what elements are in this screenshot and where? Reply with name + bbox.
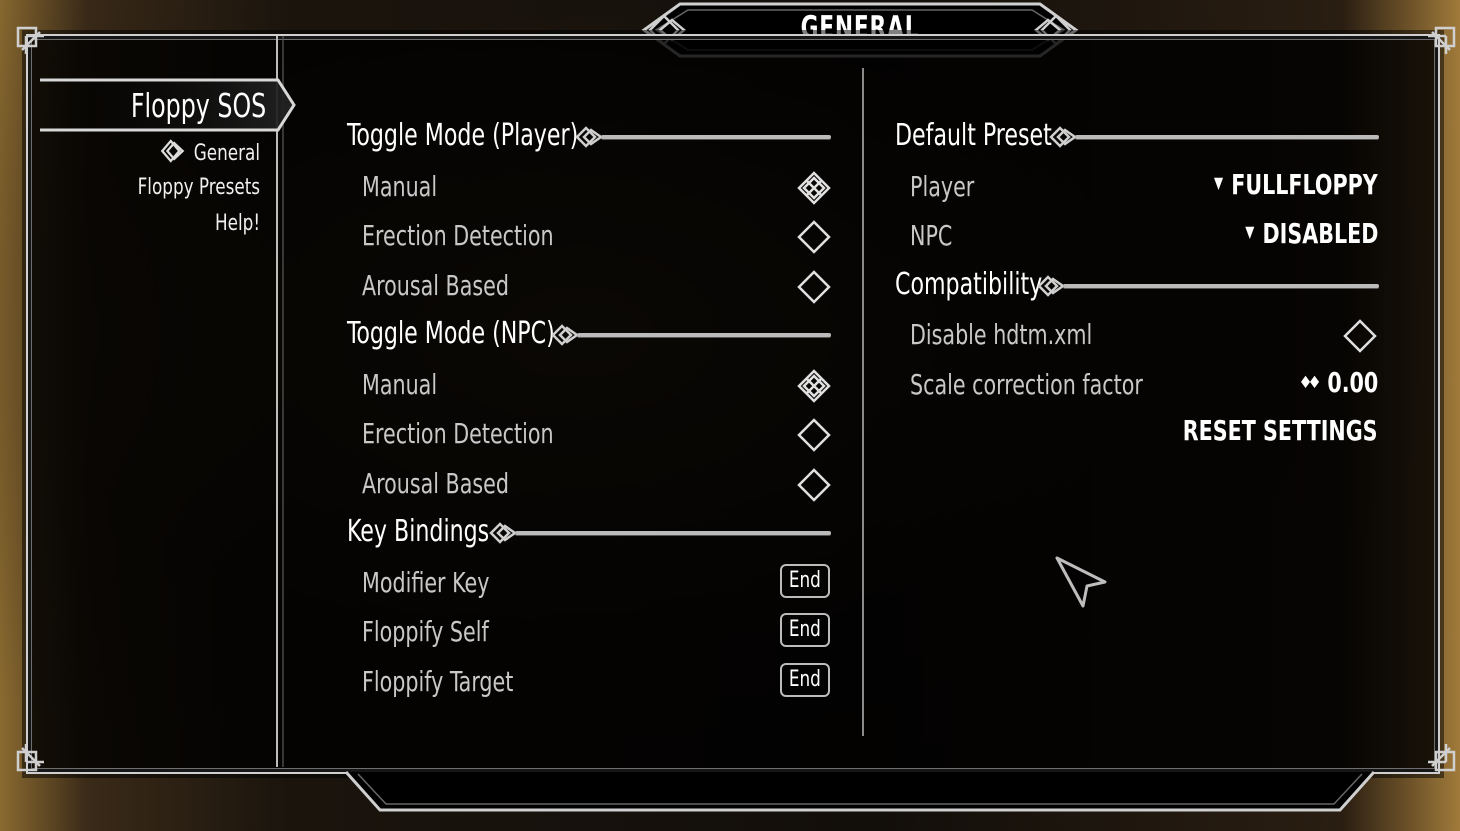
option-row[interactable]: Arousal Based — [362, 265, 832, 309]
corner-knot-icon — [1424, 24, 1458, 58]
section-title: Key Bindings — [347, 514, 490, 549]
sidebar-item-help[interactable]: Help! — [215, 211, 260, 236]
section-rule — [577, 333, 831, 337]
mouse-cursor-icon — [1055, 556, 1111, 614]
option-row[interactable]: Manual — [362, 364, 832, 408]
section-title: Compatibility — [895, 267, 1043, 302]
option-label: Manual — [362, 170, 438, 203]
knot-icon — [489, 522, 517, 544]
slider-arrows-icon: ◆◆ — [1300, 370, 1319, 390]
column-divider — [862, 68, 864, 736]
radio-checked-icon[interactable] — [796, 368, 832, 408]
keybind-label: Floppify Target — [362, 665, 514, 698]
knot-icon — [551, 324, 579, 346]
corner-knot-icon — [1424, 740, 1458, 774]
knot-icon — [575, 126, 603, 148]
toggle-unchecked-icon[interactable] — [1342, 318, 1378, 358]
menu-row-player[interactable]: Player ▼ FULLFLOPPY — [910, 166, 1378, 210]
dropdown-triangle-icon: ▼ — [1214, 172, 1224, 192]
section-rule — [601, 135, 831, 139]
option-row[interactable]: Erection Detection — [362, 413, 832, 457]
section-header-toggle-player: Toggle Mode (Player) — [347, 118, 833, 158]
menu-value[interactable]: ▼ DISABLED — [1245, 217, 1378, 250]
reset-settings-button[interactable]: RESET SETTINGS — [1183, 414, 1378, 447]
knot-icon — [1049, 126, 1077, 148]
option-label: Disable hdtm.xml — [910, 318, 1093, 351]
keybind-row[interactable]: Modifier Key End — [362, 562, 832, 606]
dropdown-triangle-icon: ▼ — [1244, 221, 1254, 241]
option-label: Scale correction factor — [910, 368, 1143, 401]
toggle-row-disable-hdtm[interactable]: Disable hdtm.xml — [910, 314, 1378, 358]
option-label: Manual — [362, 368, 438, 401]
option-label: NPC — [910, 219, 953, 252]
sidebar-item-general[interactable]: General — [160, 138, 260, 170]
sidebar-divider — [276, 36, 278, 767]
radio-unchecked-icon[interactable] — [796, 219, 832, 259]
radio-checked-icon[interactable] — [796, 170, 832, 210]
section-rule — [515, 531, 831, 535]
section-header-toggle-npc: Toggle Mode (NPC) — [347, 316, 833, 356]
sidebar-item-label: Floppy Presets — [137, 175, 260, 200]
option-label: Erection Detection — [362, 417, 554, 450]
section-title: Default Preset — [895, 118, 1052, 153]
menu-value[interactable]: ▼ FULLFLOPPY — [1214, 168, 1378, 201]
section-title: Toggle Mode (Player) — [347, 118, 579, 153]
keybind-label: Modifier Key — [362, 566, 490, 599]
section-header-key-bindings: Key Bindings — [347, 514, 833, 554]
key-button[interactable]: End — [780, 564, 830, 598]
reset-row[interactable]: RESET SETTINGS — [910, 414, 1378, 458]
sidebar-item-label: Help! — [214, 211, 260, 236]
section-header-default-preset: Default Preset — [895, 118, 1381, 158]
sidebar-item-label: General — [193, 141, 260, 166]
slider-row-scale-correction[interactable]: Scale correction factor ◆◆ 0.00 — [910, 364, 1378, 408]
keybind-label: Floppify Self — [362, 615, 489, 648]
section-rule — [1063, 284, 1379, 288]
option-label: Arousal Based — [362, 467, 509, 500]
menu-row-npc[interactable]: NPC ▼ DISABLED — [910, 215, 1378, 259]
key-button[interactable]: End — [780, 613, 830, 647]
radio-unchecked-icon[interactable] — [796, 417, 832, 457]
option-row[interactable]: Erection Detection — [362, 215, 832, 259]
section-header-compatibility: Compatibility — [895, 267, 1381, 307]
slider-value[interactable]: ◆◆ 0.00 — [1301, 366, 1378, 399]
option-row[interactable]: Arousal Based — [362, 463, 832, 507]
sidebar-item-floppy-presets[interactable]: Floppy Presets — [138, 175, 260, 200]
knot-icon — [1037, 275, 1065, 297]
section-rule — [1075, 135, 1379, 139]
keybind-row[interactable]: Floppify Target End — [362, 661, 832, 705]
corner-knot-icon — [14, 740, 48, 774]
celtic-knot-icon — [160, 138, 186, 170]
corner-knot-icon — [14, 24, 48, 58]
option-row[interactable]: Manual — [362, 166, 832, 210]
option-label: Arousal Based — [362, 269, 509, 302]
option-label: Player — [910, 170, 975, 203]
key-button[interactable]: End — [780, 663, 830, 697]
mod-name: Floppy SOS — [130, 86, 266, 125]
radio-unchecked-icon[interactable] — [796, 467, 832, 507]
mod-tab-floppy-sos[interactable]: Floppy SOS — [40, 78, 296, 132]
section-title: Toggle Mode (NPC) — [347, 316, 555, 351]
bottom-plate — [344, 770, 1376, 815]
keybind-row[interactable]: Floppify Self End — [362, 611, 832, 655]
option-label: Erection Detection — [362, 219, 554, 252]
radio-unchecked-icon[interactable] — [796, 269, 832, 309]
